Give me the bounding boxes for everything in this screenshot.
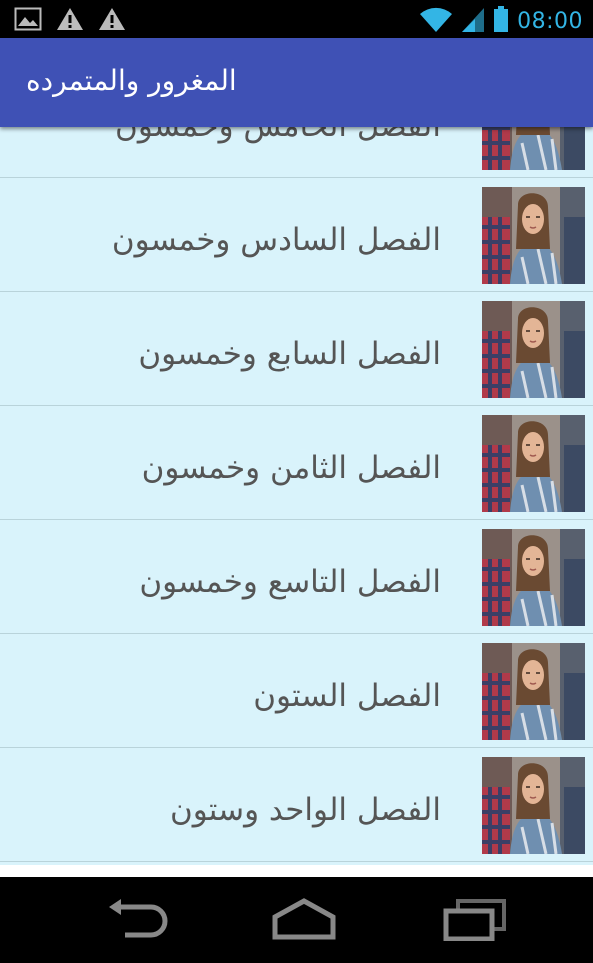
status-bar: 08:00 [0,0,593,38]
chapter-title: الفصل الستون [253,678,441,714]
back-icon[interactable] [105,897,169,945]
wifi-icon [419,5,453,37]
chapter-title: الفصل الثامن وخمسون [141,450,441,486]
chapter-thumbnail [482,127,585,170]
app-bar: المغرور والمتمرده [0,38,593,127]
list-item[interactable]: الفصل الخامس وخمسون [0,127,593,178]
clock: 08:00 [517,8,583,34]
chapter-thumbnail [482,643,585,740]
chapter-title: الفصل الخامس وخمسون [115,127,441,144]
chapter-list[interactable]: الفصل الخامس وخمسون الفصل السادس وخمسون ال… [0,127,593,865]
page-title: المغرور والمتمرده [26,64,237,97]
chapter-title: الفصل الواحد وستون [169,792,441,828]
home-icon[interactable] [269,897,339,945]
system-icons: 08:00 [419,5,583,37]
chapter-title: الفصل التاسع وخمسون [139,564,441,600]
navigation-bar [0,877,593,963]
chapter-thumbnail [482,757,585,854]
list-item[interactable]: الفصل السادس وخمسون [0,178,593,292]
list-item[interactable]: الفصل الثامن وخمسون [0,406,593,520]
list-item[interactable]: الفصل التاسع وخمسون [0,520,593,634]
chapter-thumbnail [482,301,585,398]
chapter-title: الفصل السابع وخمسون [138,336,441,372]
chapter-thumbnail [482,529,585,626]
list-item[interactable]: الفصل الستون [0,634,593,748]
gallery-icon [14,7,42,35]
list-item[interactable]: الفصل الواحد وستون [0,748,593,862]
battery-icon [493,5,509,37]
notification-icons [14,7,126,35]
chapter-list-inner: الفصل الخامس وخمسون الفصل السادس وخمسون ال… [0,127,593,862]
chapter-thumbnail [482,187,585,284]
chapter-thumbnail [482,415,585,512]
list-item[interactable]: الفصل السابع وخمسون [0,292,593,406]
chapter-title: الفصل السادس وخمسون [111,222,441,258]
list-footer [0,865,593,877]
recents-icon[interactable] [440,897,510,945]
signal-icon [461,5,485,37]
warning-icon [56,7,84,35]
warning-icon [98,7,126,35]
